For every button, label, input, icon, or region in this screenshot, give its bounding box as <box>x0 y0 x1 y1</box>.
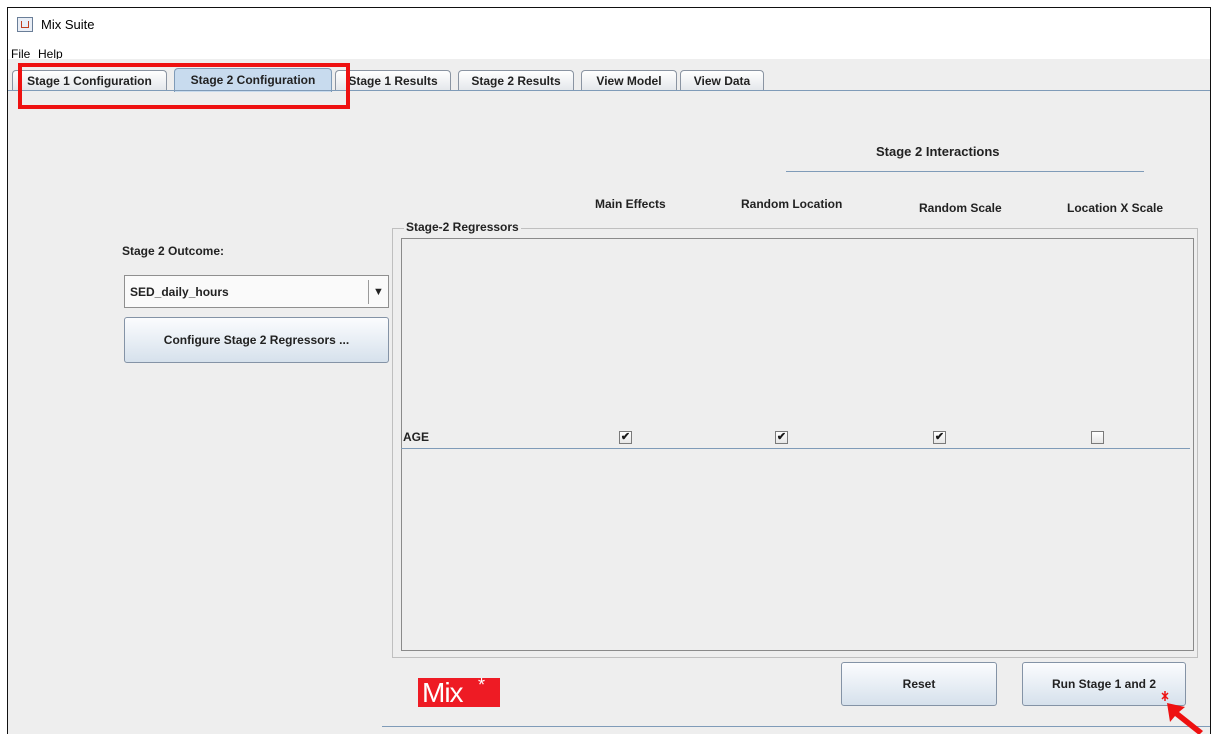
column-random-scale: Random Scale <box>919 201 1002 215</box>
tab-label: View Data <box>693 74 751 88</box>
menu-bar: File Help <box>8 41 1210 59</box>
outcome-value: SED_daily_hours <box>130 285 229 299</box>
reset-button[interactable]: Reset <box>841 662 997 706</box>
window-title: Mix Suite <box>41 17 95 32</box>
row-divider <box>401 448 1190 449</box>
tab-view-model[interactable]: View Model <box>581 70 677 91</box>
header-rule <box>786 171 1144 172</box>
checkbox-random-location-age[interactable]: ✔ <box>775 431 788 444</box>
cursor-pointer-icon <box>1161 691 1203 734</box>
outcome-select[interactable]: SED_daily_hours ▼ <box>124 275 389 308</box>
combo-divider <box>368 280 369 304</box>
tab-stage1-results[interactable]: Stage 1 Results <box>335 70 451 91</box>
column-main-effects: Main Effects <box>595 197 666 211</box>
tab-label: View Model <box>596 74 662 88</box>
regressors-group-title: Stage-2 Regressors <box>404 220 521 234</box>
menu-file[interactable]: File <box>11 47 30 59</box>
tab-view-data[interactable]: View Data <box>680 70 764 91</box>
regressor-name-age: AGE <box>403 430 430 444</box>
column-location-x-scale: Location X Scale <box>1067 201 1164 215</box>
java-icon <box>17 17 33 32</box>
interactions-header: Stage 2 Interactions <box>876 144 1000 159</box>
outcome-label: Stage 2 Outcome: <box>122 244 225 258</box>
app-window: Mix Suite File Help Stage 1 Configuratio… <box>7 7 1211 734</box>
tab-label: Stage 1 Results <box>348 74 438 88</box>
column-random-location: Random Location <box>741 197 843 211</box>
configure-regressors-button[interactable]: Configure Stage 2 Regressors ... <box>124 317 389 363</box>
checkbox-random-scale-age[interactable]: ✔ <box>933 431 946 444</box>
mix-logo: Mix * <box>418 675 500 708</box>
logo-mark: * <box>478 675 486 695</box>
button-label: Configure Stage 2 Regressors ... <box>163 333 350 347</box>
chevron-down-icon[interactable]: ▼ <box>370 279 387 305</box>
logo-text: Mix <box>422 677 464 708</box>
menu-help[interactable]: Help <box>38 47 63 59</box>
regressors-panel <box>401 238 1194 651</box>
checkbox-main-effects-age[interactable]: ✔ <box>619 431 632 444</box>
title-bar: Mix Suite <box>8 8 1210 41</box>
checkbox-location-x-scale-age[interactable] <box>1091 431 1104 444</box>
button-label: Reset <box>902 677 936 691</box>
bottom-divider <box>382 726 1210 727</box>
tab-stage2-results[interactable]: Stage 2 Results <box>458 70 574 91</box>
tab-label: Stage 2 Results <box>471 74 561 88</box>
highlight-box <box>18 63 350 109</box>
